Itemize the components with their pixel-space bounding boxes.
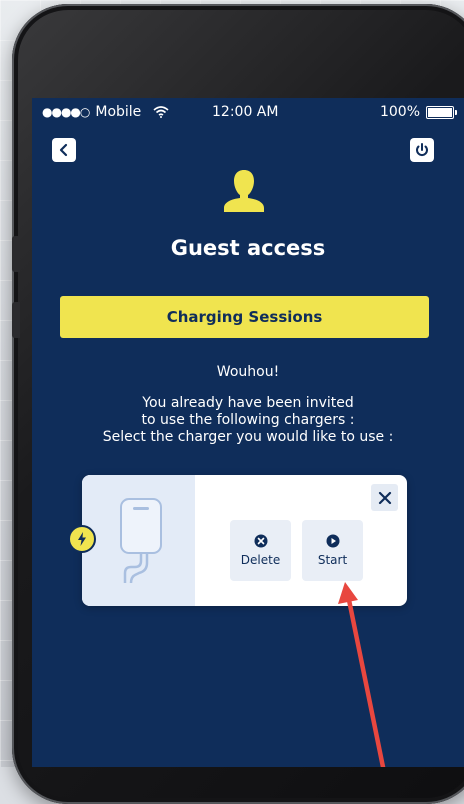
battery-percent: 100% bbox=[379, 104, 420, 120]
message-line-3: Select the charger you would like to use… bbox=[102, 429, 394, 445]
status-right: 100% bbox=[379, 104, 457, 120]
wifi-icon bbox=[153, 106, 169, 118]
message-line-1: You already have been invited bbox=[142, 395, 354, 411]
app-screen: ●●●●○ Mobile 12:00 AM 100% Guest access bbox=[32, 98, 464, 767]
status-bar: ●●●●○ Mobile 12:00 AM 100% bbox=[32, 98, 464, 128]
status-time: 12:00 AM bbox=[212, 104, 279, 120]
message-line-2: to use the following chargers : bbox=[141, 412, 355, 428]
power-button[interactable] bbox=[410, 138, 434, 162]
signal-indicator: ●●●●○ bbox=[42, 105, 90, 119]
charging-sessions-button[interactable]: Charging Sessions bbox=[60, 296, 429, 338]
start-label: Start bbox=[317, 553, 348, 567]
charger-illustration-icon bbox=[119, 497, 162, 583]
lightning-bolt-icon bbox=[78, 532, 86, 546]
delete-label: Delete bbox=[240, 553, 281, 567]
user-icon bbox=[224, 170, 264, 212]
volume-down-button bbox=[12, 302, 20, 338]
charging-status-badge bbox=[68, 525, 96, 553]
back-button[interactable] bbox=[52, 138, 76, 162]
start-button[interactable]: Start bbox=[302, 520, 363, 581]
close-icon bbox=[378, 491, 391, 504]
carrier-label: Mobile bbox=[95, 104, 142, 120]
power-icon bbox=[416, 143, 428, 156]
status-left: ●●●●○ Mobile bbox=[42, 104, 169, 120]
charger-card: Delete Start bbox=[82, 475, 407, 606]
close-card-button[interactable] bbox=[371, 484, 398, 511]
x-circle-icon bbox=[254, 534, 267, 548]
charger-image bbox=[82, 475, 195, 606]
page-title: Guest access bbox=[170, 236, 326, 260]
play-circle-icon bbox=[326, 534, 339, 548]
charging-sessions-label: Charging Sessions bbox=[166, 308, 323, 326]
battery-icon bbox=[426, 105, 457, 119]
chevron-left-icon bbox=[59, 143, 68, 157]
message-exclamation: Wouhou! bbox=[216, 364, 280, 380]
volume-up-button bbox=[12, 236, 20, 272]
delete-button[interactable]: Delete bbox=[230, 520, 291, 581]
